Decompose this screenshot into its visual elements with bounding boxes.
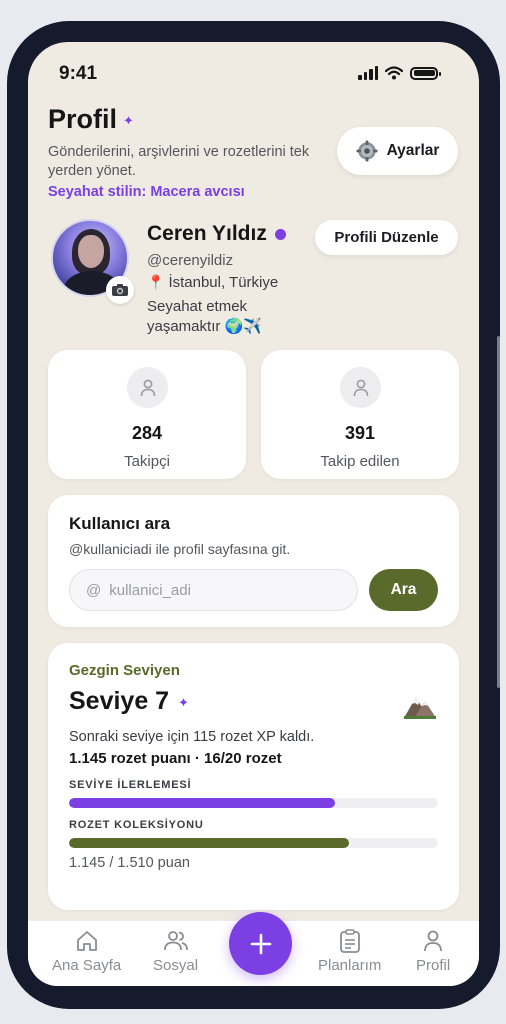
badge-collection-label: ROZET KOLEKSİYONU xyxy=(69,819,204,831)
clipboard-icon xyxy=(339,929,360,953)
username-search-field[interactable]: @ xyxy=(69,569,358,611)
scrollbar[interactable] xyxy=(497,336,500,688)
username-search-input[interactable] xyxy=(109,581,340,599)
at-sign-prefix: @ xyxy=(86,581,102,599)
badge-collection-fill xyxy=(69,838,349,848)
page-subtitle: Gönderilerini, arşivlerini ve rozetlerin… xyxy=(48,144,310,179)
mountain-icon xyxy=(404,697,436,719)
user-icon xyxy=(424,930,442,952)
user-location: 📍 İstanbul, Türkiye xyxy=(147,274,278,291)
travel-style-text: Seyahat stilin: Macera avcısı xyxy=(48,184,245,200)
status-icons xyxy=(358,66,441,80)
level-progress-bar xyxy=(69,798,438,808)
next-level-text: Sonraki seviye için 115 rozet XP kaldı. xyxy=(69,729,315,745)
status-time: 9:41 xyxy=(59,63,98,84)
following-card[interactable]: 391 Takip edilen xyxy=(261,350,459,479)
followers-label: Takipçi xyxy=(124,453,170,470)
user-name: Ceren Yıldız xyxy=(147,222,267,245)
signal-icon xyxy=(358,66,378,80)
users-icon xyxy=(163,931,188,951)
sparkle-icon: ✦ xyxy=(178,695,189,710)
battery-icon xyxy=(410,66,441,80)
user-icon xyxy=(340,367,381,408)
online-status-dot xyxy=(275,229,286,240)
gear-icon xyxy=(356,140,378,162)
user-handle: @cerenyildiz xyxy=(147,252,234,269)
user-search-title: Kullanıcı ara xyxy=(69,514,171,533)
search-button[interactable]: Ara xyxy=(369,569,438,611)
user-search-description: @kullaniciadi ile profil sayfasına git. xyxy=(69,541,291,557)
page-title: Profil xyxy=(48,104,118,134)
user-search-card: Kullanıcı ara @kullaniciadi ile profil s… xyxy=(48,495,459,627)
level-kicker: Gezgin Seviyen xyxy=(69,662,180,679)
badge-collection-bar xyxy=(69,838,438,848)
edit-profile-button[interactable]: Profili Düzenle xyxy=(315,220,458,255)
level-progress-label: SEVİYE İLERLEMESİ xyxy=(69,779,192,791)
tab-profile-label: Profil xyxy=(416,957,451,974)
settings-label: Ayarlar xyxy=(386,142,440,159)
camera-icon[interactable] xyxy=(106,276,134,304)
home-icon xyxy=(76,931,97,951)
pin-icon: 📍 xyxy=(147,274,165,290)
tab-plans-label: Planlarım xyxy=(318,957,382,974)
points-total-text: 1.145 / 1.510 puan xyxy=(69,855,190,871)
tab-social-label: Sosyal xyxy=(153,957,199,974)
app-screen: 9:41 Profil ✦ Gönderilerini, arşivlerini… xyxy=(28,42,479,986)
wifi-icon xyxy=(385,66,403,80)
tab-plans[interactable]: Planlarım xyxy=(318,929,381,974)
level-title: Seviye 7 xyxy=(69,687,170,715)
user-icon xyxy=(127,367,168,408)
tab-home[interactable]: Ana Sayfa xyxy=(52,929,121,974)
following-label: Takip edilen xyxy=(320,453,400,470)
level-card: Gezgin Seviyen Seviye 7 ✦ Sonraki seviye… xyxy=(48,643,459,910)
tab-profile[interactable]: Profil xyxy=(416,929,450,974)
sparkle-icon: ✦ xyxy=(123,113,134,128)
badge-points-text: 1.145 rozet puanı · 16/20 rozet xyxy=(69,750,282,767)
plus-icon xyxy=(250,933,271,954)
level-progress-fill xyxy=(69,798,335,808)
followers-count: 284 xyxy=(131,423,163,443)
followers-card[interactable]: 284 Takipçi xyxy=(48,350,246,479)
tab-home-label: Ana Sayfa xyxy=(52,957,122,974)
create-post-button[interactable] xyxy=(229,912,292,975)
tab-social[interactable]: Sosyal xyxy=(153,929,198,974)
location-text: İstanbul, Türkiye xyxy=(168,274,279,291)
following-count: 391 xyxy=(344,423,376,443)
user-bio: Seyahat etmek yaşamaktır 🌍✈️ xyxy=(147,298,262,335)
settings-button[interactable]: Ayarlar xyxy=(337,127,458,175)
